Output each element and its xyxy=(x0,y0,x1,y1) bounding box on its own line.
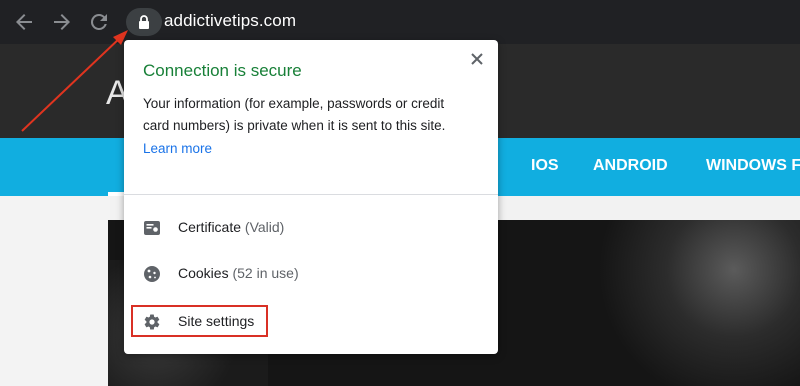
certificate-label: Certificate xyxy=(178,219,242,235)
learn-more-link[interactable]: Learn more xyxy=(143,141,212,156)
forward-button[interactable] xyxy=(50,10,74,34)
close-button[interactable] xyxy=(468,50,486,68)
certificate-icon xyxy=(144,221,160,235)
reload-icon xyxy=(90,13,107,30)
url-text[interactable]: addictivetips.com xyxy=(164,11,296,31)
popup-divider xyxy=(124,194,498,195)
highlight-annotation-box xyxy=(131,305,268,337)
site-nav-windows[interactable]: WINDOWS F xyxy=(706,157,800,175)
cookie-icon xyxy=(144,266,160,282)
cookies-item[interactable]: Cookies (52 in use) xyxy=(124,254,498,294)
image-highlight xyxy=(580,220,800,386)
browser-toolbar: addictivetips.com xyxy=(0,0,800,44)
reload-button[interactable] xyxy=(87,10,111,34)
cookies-label-wrap: Cookies (52 in use) xyxy=(178,265,299,281)
site-nav-android[interactable]: ANDROID xyxy=(593,157,668,175)
forward-icon xyxy=(54,14,70,30)
back-button[interactable] xyxy=(12,10,36,34)
cookies-status: (52 in use) xyxy=(232,265,299,281)
back-icon xyxy=(16,14,32,30)
site-info-popup: Connection is secure Your information (f… xyxy=(124,40,498,354)
cookies-label: Cookies xyxy=(178,265,229,281)
popup-description: Your information (for example, passwords… xyxy=(143,96,446,133)
certificate-label-wrap: Certificate (Valid) xyxy=(178,219,284,235)
site-info-button[interactable] xyxy=(126,8,162,36)
site-content-margin xyxy=(0,196,110,386)
site-nav-ios[interactable]: IOS xyxy=(531,157,559,175)
lock-icon xyxy=(139,15,149,29)
popup-title: Connection is secure xyxy=(143,61,302,80)
certificate-status: (Valid) xyxy=(244,219,285,235)
certificate-item[interactable]: Certificate (Valid) xyxy=(124,208,498,248)
close-icon xyxy=(471,53,483,65)
